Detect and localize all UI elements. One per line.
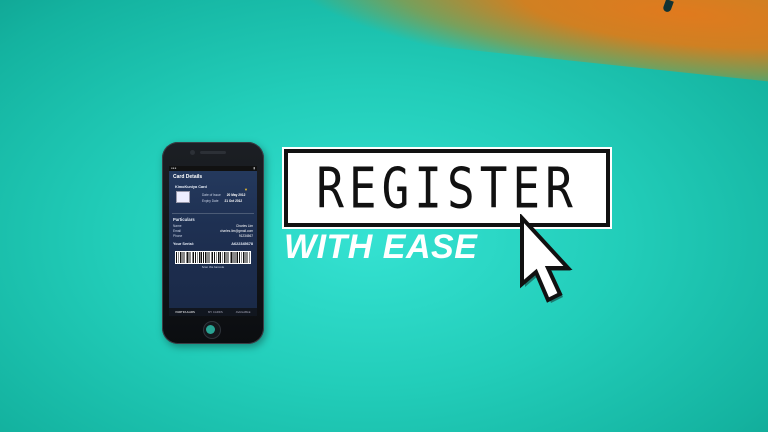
smartphone: ●●● ▮ Card Details KimoKuniya Card ▼ Date… xyxy=(162,142,264,344)
card-details-title: Card Details xyxy=(173,174,203,180)
expiry-date: Expiry Date 21 Oct 2012 xyxy=(202,199,243,203)
card-name: KimoKuniya Card xyxy=(175,185,207,189)
card-thumbnail xyxy=(176,191,190,203)
phone-screen: ●●● ▮ Card Details KimoKuniya Card ▼ Date… xyxy=(169,166,257,316)
tab-available[interactable]: AVAILABLE xyxy=(236,310,251,314)
tagline-with-ease: WITH EASE xyxy=(284,228,478,266)
barcode-caption: Scan this barcode xyxy=(201,264,225,269)
particulars-heading: Particulars xyxy=(173,217,195,222)
date-of-issue: Date of Issue 20 May 2012 xyxy=(202,193,246,197)
verified-badge-icon: ▼ xyxy=(244,187,248,192)
phone-camera xyxy=(190,150,195,155)
phone-speaker xyxy=(200,151,226,154)
orange-background-swoosh xyxy=(302,0,768,87)
tab-bar: PARTICULARS MY CARDS AVAILABLE xyxy=(169,308,257,316)
card-summary[interactable]: KimoKuniya Card ▼ Date of Issue 20 May 20… xyxy=(172,183,254,214)
barcode xyxy=(175,250,251,264)
tab-my-cards[interactable]: MY CARDS xyxy=(208,310,223,314)
tab-particulars[interactable]: PARTICULARS xyxy=(176,310,195,314)
home-button[interactable] xyxy=(203,321,221,339)
mouse-pointer-arrow-icon xyxy=(520,214,573,303)
serial-number: Your Serial: A622345678 xyxy=(173,241,253,246)
register-label: REGISTER xyxy=(316,155,578,221)
